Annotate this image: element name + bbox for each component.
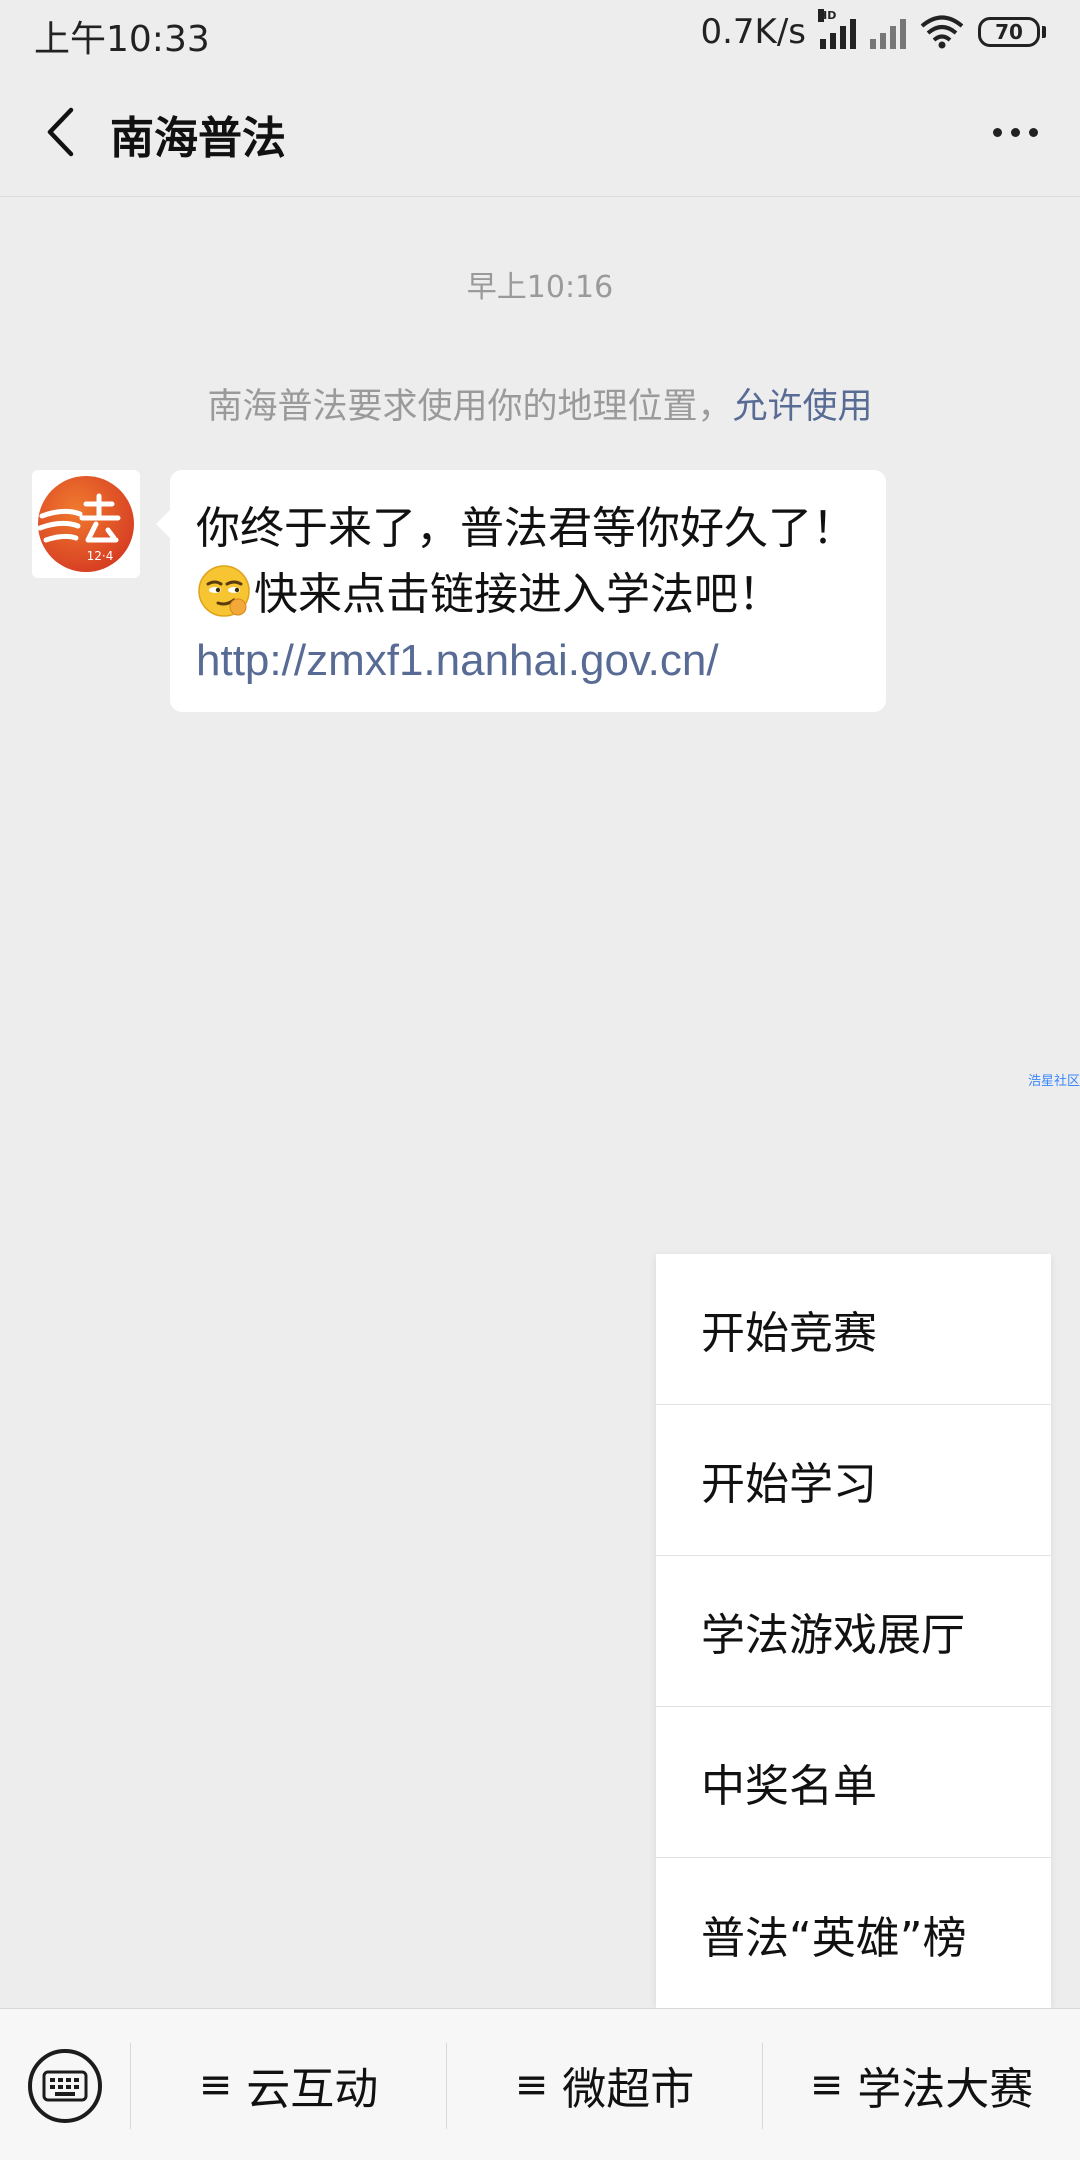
nav-bar: 南海普法 (0, 68, 1080, 197)
battery-level: 70 (978, 17, 1040, 47)
bottom-menu-bar: ≡ 云互动 ≡ 微超市 ≡ 学法大赛 (0, 2008, 1080, 2160)
more-dots-icon (992, 127, 1002, 137)
menu-lines-icon: ≡ (809, 2062, 844, 2108)
location-request-message: 南海普法要求使用你的地理位置，允许使用 (0, 378, 1080, 429)
wifi-icon (920, 15, 964, 49)
message-line-2-wrap: 快来点击链接进入学法吧！ (196, 562, 862, 628)
chevron-left-icon (47, 107, 74, 157)
menu-item-winner-list[interactable]: 中奖名单 (656, 1707, 1051, 1858)
status-icons: 0.7K/s HD 70 (700, 9, 1046, 52)
popup-submenu: 开始竞赛 开始学习 学法游戏展厅 中奖名单 普法“英雄”榜 (656, 1254, 1051, 2008)
bottom-menu-law-contest[interactable]: ≡ 学法大赛 (763, 2009, 1080, 2160)
back-button[interactable] (30, 102, 90, 162)
message-line-1: 你终于来了，普法君等你好久了！ (196, 503, 856, 554)
menu-item-start-competition[interactable]: 开始竞赛 (656, 1254, 1051, 1405)
nanhai-pufa-logo-icon: 12·4 (37, 476, 134, 572)
allow-location-link[interactable]: 允许使用 (733, 387, 873, 427)
menu-item-game-hall[interactable]: 学法游戏展厅 (656, 1556, 1051, 1707)
keyboard-toggle-button[interactable] (28, 2049, 102, 2123)
bottom-menu-label: 学法大赛 (857, 2064, 1034, 2115)
bottom-menu-cloud-interaction[interactable]: ≡ 云互动 (131, 2009, 446, 2160)
menu-item-start-learning[interactable]: 开始学习 (656, 1405, 1051, 1556)
status-time: 上午10:33 (34, 19, 210, 60)
bottom-menu-label: 微超市 (562, 2064, 695, 2115)
avatar[interactable]: 12·4 (32, 470, 140, 578)
net-speed: 0.7K/s (700, 12, 806, 52)
signal-hd-icon: HD (818, 9, 856, 49)
message-bubble[interactable]: 你终于来了，普法君等你好久了！ 快来点击链接进入学法吧！ http://zmxf… (156, 470, 886, 712)
bottom-menu-micro-market[interactable]: ≡ 微超市 (447, 2009, 762, 2160)
message-link[interactable]: http://zmxf1.nanhai.gov.cn/ (196, 628, 862, 694)
location-request-text: 南海普法要求使用你的地理位置， (207, 387, 733, 427)
menu-item-hero-ranking[interactable]: 普法“英雄”榜 (656, 1858, 1051, 2009)
menu-lines-icon: ≡ (198, 2062, 233, 2108)
avatar-text: 12·4 (87, 549, 114, 563)
smirk-emoji-icon (198, 565, 250, 617)
watermark: 浩星社区 (1027, 1074, 1080, 1089)
keyboard-icon (42, 2070, 88, 2102)
more-options-button[interactable] (980, 102, 1050, 162)
message-line-2: 快来点击链接进入学法吧！ (254, 569, 782, 620)
battery-icon: 70 (978, 17, 1046, 47)
status-bar: 上午10:33 0.7K/s HD 70 (0, 0, 1080, 68)
menu-lines-icon: ≡ (514, 2062, 549, 2108)
hd-label: HD (818, 9, 837, 22)
chat-timestamp: 早上10:16 (466, 270, 614, 305)
signal-icon (870, 15, 906, 49)
wechat-chat-screen: 上午10:33 0.7K/s HD 70 南海普法 早上10:16 南海普法要求… (0, 0, 1080, 2160)
bottom-menu-label: 云互动 (246, 2064, 379, 2115)
page-title: 南海普法 (110, 113, 286, 164)
